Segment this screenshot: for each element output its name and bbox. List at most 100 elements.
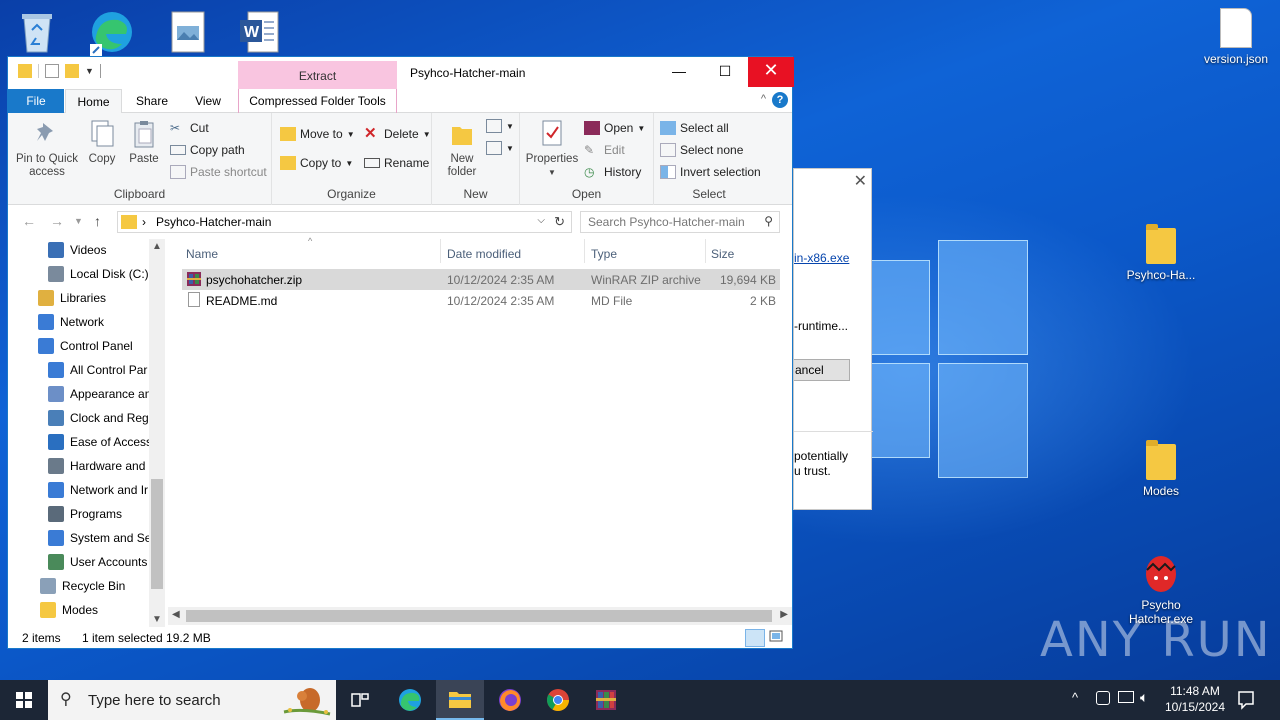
copy-button[interactable]: Copy xyxy=(84,119,120,166)
copy-path-button[interactable]: Copy path xyxy=(170,143,245,157)
nav-item[interactable]: Hardware and xyxy=(48,455,149,477)
chevron-down-icon[interactable]: ⌵ xyxy=(537,215,545,226)
breadcrumb[interactable]: › Psyhco-Hatcher-main xyxy=(142,215,271,229)
file-explorer-taskbar-icon[interactable] xyxy=(436,680,484,720)
paste-shortcut-button[interactable]: Paste shortcut xyxy=(170,165,267,179)
scroll-up-icon[interactable]: ▲ xyxy=(152,241,162,252)
nav-item[interactable]: Network and Ir xyxy=(48,479,149,501)
start-button[interactable] xyxy=(0,680,48,720)
select-all-button[interactable]: Select all xyxy=(660,121,729,135)
winrar-taskbar-icon[interactable] xyxy=(582,680,630,720)
nav-item[interactable]: Clock and Regi xyxy=(48,407,149,429)
edge-icon[interactable] xyxy=(86,8,132,56)
security-icon[interactable] xyxy=(1096,691,1110,705)
paste-button[interactable]: Paste xyxy=(126,119,162,166)
search-input[interactable]: Search Psyhco-Hatcher-main ⚲ xyxy=(580,211,780,233)
edge-taskbar-icon[interactable] xyxy=(386,680,434,720)
word-file-icon[interactable]: W xyxy=(236,8,282,56)
nav-item[interactable]: Videos xyxy=(48,239,149,261)
nav-item[interactable]: Libraries xyxy=(38,287,149,309)
new-item-button[interactable]: ▼ xyxy=(486,119,514,133)
chrome-taskbar-icon[interactable] xyxy=(534,680,582,720)
desktop-icon-version-json[interactable]: version.json xyxy=(1196,8,1276,66)
table-row[interactable]: README.md 10/12/2024 2:35 AM MD File 2 K… xyxy=(182,290,780,311)
notification-center-icon[interactable] xyxy=(1236,680,1260,720)
desktop-icon-modes[interactable]: Modes xyxy=(1121,440,1201,498)
delete-button[interactable]: ✕ Delete ▼ xyxy=(364,126,431,141)
tab-compressed-folder-tools[interactable]: Compressed Folder Tools xyxy=(238,89,397,113)
maximize-button[interactable]: ☐ xyxy=(702,57,748,87)
column-header-type[interactable]: Type xyxy=(591,243,705,263)
volume-icon[interactable]: 🔈︎ xyxy=(1140,689,1148,706)
desktop-icon-psyhco-folder[interactable]: Psyhco-Ha... xyxy=(1121,224,1201,282)
history-button[interactable]: ◷ History xyxy=(584,165,641,179)
nav-item[interactable]: User Accounts xyxy=(48,551,149,573)
edit-button[interactable]: ✎ Edit xyxy=(584,143,625,157)
close-icon[interactable]: ✕ xyxy=(854,171,867,191)
column-header-date[interactable]: Date modified xyxy=(447,243,585,263)
properties-icon[interactable] xyxy=(45,64,59,78)
tab-view[interactable]: View xyxy=(184,89,232,113)
chevron-down-icon[interactable]: ▼ xyxy=(85,66,94,76)
taskbar-search-input[interactable]: ⚲ Type here to search xyxy=(48,680,336,720)
clock[interactable]: 11:48 AM 10/15/2024 xyxy=(1160,683,1230,715)
nav-scrollbar[interactable]: ▲ ▼ xyxy=(149,239,165,627)
tab-home[interactable]: Home xyxy=(65,89,122,114)
nav-item[interactable]: Programs xyxy=(48,503,149,525)
rename-button[interactable]: Rename xyxy=(364,156,429,170)
nav-item[interactable]: Modes xyxy=(40,599,149,621)
image-file-icon[interactable] xyxy=(168,8,214,56)
open-button[interactable]: Open ▼ xyxy=(584,121,645,135)
scroll-down-icon[interactable]: ▼ xyxy=(152,614,162,625)
new-folder-icon[interactable] xyxy=(65,64,79,78)
nav-item[interactable]: Ease of Access xyxy=(48,431,149,453)
easy-access-button[interactable]: ▼ xyxy=(486,141,514,155)
properties-button[interactable]: Properties ▼ xyxy=(524,119,580,179)
nav-item[interactable]: Appearance an xyxy=(48,383,149,405)
scroll-thumb[interactable] xyxy=(186,610,772,622)
scroll-thumb[interactable] xyxy=(151,479,163,589)
cut-button[interactable]: ✂ Cut xyxy=(170,121,209,135)
large-icons-view-icon[interactable] xyxy=(768,629,788,647)
invert-selection-button[interactable]: Invert selection xyxy=(660,165,761,179)
task-view-icon[interactable] xyxy=(336,680,384,720)
nav-item[interactable]: Recycle Bin xyxy=(40,575,149,597)
tab-file[interactable]: File xyxy=(8,89,64,113)
column-header-size[interactable]: Size xyxy=(711,243,781,263)
network-icon[interactable] xyxy=(1118,691,1134,703)
forward-arrow-icon[interactable]: → xyxy=(50,213,64,229)
recycle-bin-icon[interactable] xyxy=(14,8,60,56)
help-icon[interactable]: ? xyxy=(772,92,788,108)
nav-item[interactable]: System and Sec xyxy=(48,527,149,549)
close-button[interactable]: ✕ xyxy=(748,57,794,87)
up-arrow-icon[interactable]: ↑ xyxy=(94,213,101,229)
nav-item[interactable]: All Control Par xyxy=(48,359,149,381)
select-none-button[interactable]: Select none xyxy=(660,143,743,157)
address-bar[interactable]: › Psyhco-Hatcher-main ⌵ ↻ xyxy=(117,211,572,233)
column-divider[interactable] xyxy=(584,239,585,263)
nav-item[interactable]: Control Panel xyxy=(38,335,149,357)
details-view-icon[interactable] xyxy=(745,629,765,647)
cancel-button[interactable]: ancel xyxy=(794,359,850,381)
dialog-link[interactable]: in-x86.exe xyxy=(794,251,849,265)
show-hidden-icons-chevron-icon[interactable]: ^ xyxy=(1072,690,1078,705)
nav-item[interactable]: Local Disk (C:) xyxy=(48,263,149,285)
tab-share[interactable]: Share xyxy=(128,89,176,113)
refresh-icon[interactable]: ↻ xyxy=(554,214,565,230)
pin-to-quick-access-button[interactable]: Pin to Quick access xyxy=(14,119,80,179)
table-row[interactable]: psychohatcher.zip 10/12/2024 2:35 AM Win… xyxy=(182,269,780,290)
horizontal-scrollbar[interactable]: ◀ ▶ xyxy=(168,607,792,625)
scroll-left-icon[interactable]: ◀ xyxy=(172,609,180,620)
column-divider[interactable] xyxy=(440,239,441,263)
move-to-button[interactable]: Move to ▼ xyxy=(280,127,355,141)
scroll-right-icon[interactable]: ▶ xyxy=(780,609,788,620)
column-divider[interactable] xyxy=(705,239,706,263)
new-folder-button[interactable]: New folder xyxy=(440,119,484,179)
nav-item[interactable]: Network xyxy=(38,311,149,333)
back-arrow-icon[interactable]: ← xyxy=(22,213,36,229)
recent-locations-chevron-icon[interactable]: ▼ xyxy=(74,216,83,226)
collapse-ribbon-icon[interactable]: ^ xyxy=(761,93,766,105)
copy-to-button[interactable]: Copy to ▼ xyxy=(280,156,353,170)
column-header-name[interactable]: Name xyxy=(186,243,440,263)
title-bar[interactable]: ▼ Extract Psyhco-Hatcher-main — ☐ ✕ xyxy=(8,57,794,89)
